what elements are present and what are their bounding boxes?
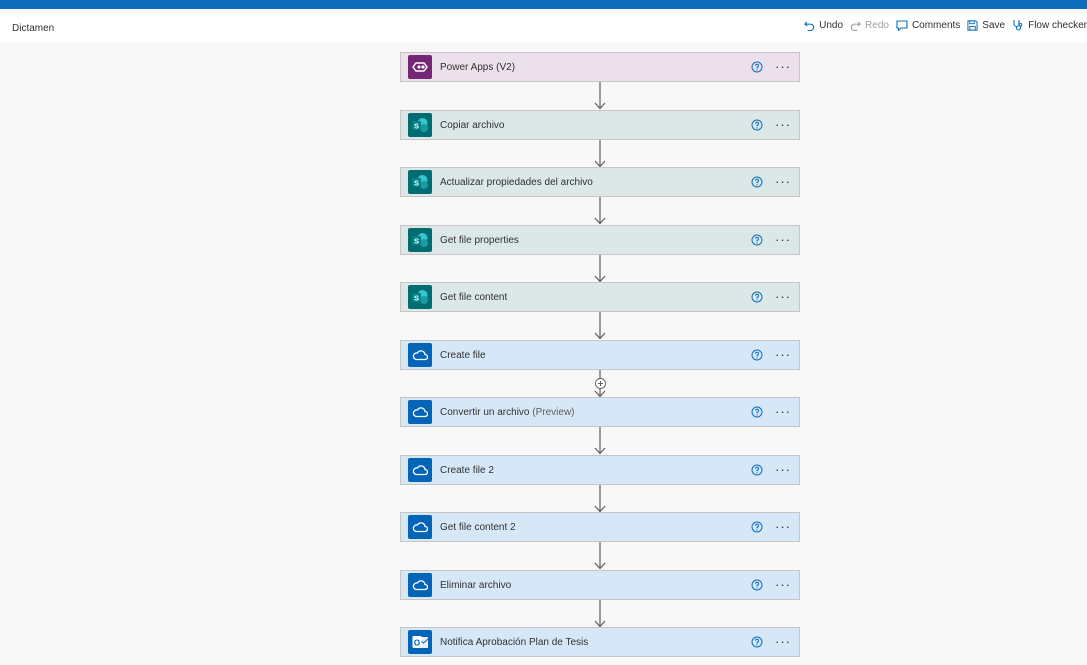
help-icon[interactable] — [751, 176, 763, 188]
stethoscope-icon — [1013, 20, 1023, 31]
help-icon[interactable] — [751, 234, 763, 246]
flow-step-card[interactable]: Get file content 2 ··· — [400, 512, 800, 542]
step-title: Create file — [440, 350, 751, 361]
help-icon[interactable] — [751, 579, 763, 591]
step-title-text: Get file content — [440, 291, 508, 303]
designer-header: Dictamen Undo Redo Comments Save Flow ch… — [0, 13, 1087, 43]
redo-button[interactable]: Redo — [850, 20, 889, 31]
add-step-plus-icon[interactable] — [595, 376, 606, 389]
onedrive-icon — [408, 343, 432, 367]
onedrive-icon — [408, 515, 432, 539]
more-options-icon[interactable]: ··· — [775, 635, 791, 648]
more-options-icon[interactable]: ··· — [775, 405, 791, 418]
save-label: Save — [982, 19, 1006, 31]
toolbar: Undo Redo Comments Save Flow checker — [804, 19, 1087, 31]
flow-step-card[interactable]: Convertir un archivo (Preview) ··· — [400, 397, 800, 427]
flow-step-card[interactable]: O Notifica Aprobación Plan de Tesis ··· — [400, 627, 800, 657]
flow-step-card[interactable]: S Copiar archivo ··· — [400, 110, 800, 140]
svg-text:S: S — [414, 236, 419, 245]
undo-label: Undo — [819, 19, 844, 31]
onedrive-icon — [408, 400, 432, 424]
redo-icon — [850, 20, 861, 31]
undo-icon — [804, 20, 815, 31]
flow-step-card[interactable]: S Get file content ··· — [400, 282, 800, 312]
more-options-icon[interactable]: ··· — [775, 578, 791, 591]
step-title-text: Power Apps (V2) — [440, 61, 516, 73]
step-title: Get file properties — [440, 235, 751, 246]
svg-text:S: S — [414, 121, 419, 130]
help-icon[interactable] — [751, 406, 763, 418]
step-title-text: Create file 2 — [440, 464, 494, 476]
step-title: Get file content — [440, 292, 751, 303]
more-options-icon[interactable]: ··· — [775, 520, 791, 533]
flow-step-card[interactable]: S Get file properties ··· — [400, 225, 800, 255]
more-options-icon[interactable]: ··· — [775, 348, 791, 361]
comment-icon — [896, 19, 908, 31]
step-title-text: Copiar archivo — [440, 119, 505, 131]
flow-checker-button[interactable]: Flow checker — [1012, 19, 1087, 31]
save-icon — [967, 19, 978, 31]
flow-canvas: Power Apps (V2) ··· S Copiar archivo ··· S Act… — [0, 43, 1087, 665]
step-title-text: Notifica Aprobación Plan de Tesis — [440, 636, 589, 648]
flow-step-card[interactable]: S Actualizar propiedades del archivo ··· — [400, 167, 800, 197]
help-icon[interactable] — [751, 521, 763, 533]
step-title-text: Actualizar propiedades del archivo — [440, 176, 593, 188]
help-icon[interactable] — [751, 61, 763, 73]
power-apps-icon — [408, 55, 432, 79]
help-icon[interactable] — [751, 349, 763, 361]
onedrive-icon — [408, 458, 432, 482]
flow-step-card[interactable]: Eliminar archivo ··· — [400, 570, 800, 600]
step-title-text: Eliminar archivo — [440, 579, 512, 591]
step-title-text: Get file properties — [440, 234, 519, 246]
step-title-text: Convertir un archivo — [440, 406, 530, 418]
step-title: Get file content 2 — [440, 522, 751, 533]
comments-button[interactable]: Comments — [896, 20, 960, 31]
step-title: Copiar archivo — [440, 120, 751, 131]
step-title: Create file 2 — [440, 465, 751, 476]
step-title-text: Create file — [440, 349, 486, 361]
preview-tag: (Preview) — [532, 406, 575, 418]
accent-bar — [0, 0, 1087, 9]
step-title: Convertir un archivo (Preview) — [440, 407, 751, 418]
step-title: Eliminar archivo — [440, 580, 751, 591]
step-title: Notifica Aprobación Plan de Tesis — [440, 637, 751, 648]
step-title-text: Get file content 2 — [440, 521, 516, 533]
flow-name: Dictamen — [12, 23, 55, 34]
help-icon[interactable] — [751, 119, 763, 131]
step-title: Actualizar propiedades del archivo — [440, 177, 751, 188]
more-options-icon[interactable]: ··· — [775, 118, 791, 131]
redo-label: Redo — [865, 19, 889, 31]
help-icon[interactable] — [751, 291, 763, 303]
onedrive-icon — [408, 573, 432, 597]
flow-step-card[interactable]: Power Apps (V2) ··· — [400, 52, 800, 82]
flow-step-card[interactable]: Create file 2 ··· — [400, 455, 800, 485]
outlook-icon: O — [408, 630, 432, 654]
sharepoint-icon: S — [408, 113, 432, 137]
step-title: Power Apps (V2) — [440, 62, 751, 73]
save-button[interactable]: Save — [967, 20, 1005, 31]
more-options-icon[interactable]: ··· — [775, 60, 791, 73]
flow-checker-label: Flow checker — [1028, 19, 1087, 31]
more-options-icon[interactable]: ··· — [775, 233, 791, 246]
sharepoint-icon: S — [408, 228, 432, 252]
help-icon[interactable] — [751, 636, 763, 648]
more-options-icon[interactable]: ··· — [775, 463, 791, 476]
more-options-icon[interactable]: ··· — [775, 175, 791, 188]
sharepoint-icon: S — [408, 170, 432, 194]
help-icon[interactable] — [751, 464, 763, 476]
svg-text:S: S — [414, 293, 419, 302]
svg-text:O: O — [413, 638, 419, 647]
flow-step-card[interactable]: Create file ··· — [400, 340, 800, 370]
comments-label: Comments — [911, 19, 961, 31]
svg-text:S: S — [414, 178, 419, 187]
more-options-icon[interactable]: ··· — [775, 290, 791, 303]
undo-button[interactable]: Undo — [804, 20, 843, 31]
sharepoint-icon: S — [408, 285, 432, 309]
